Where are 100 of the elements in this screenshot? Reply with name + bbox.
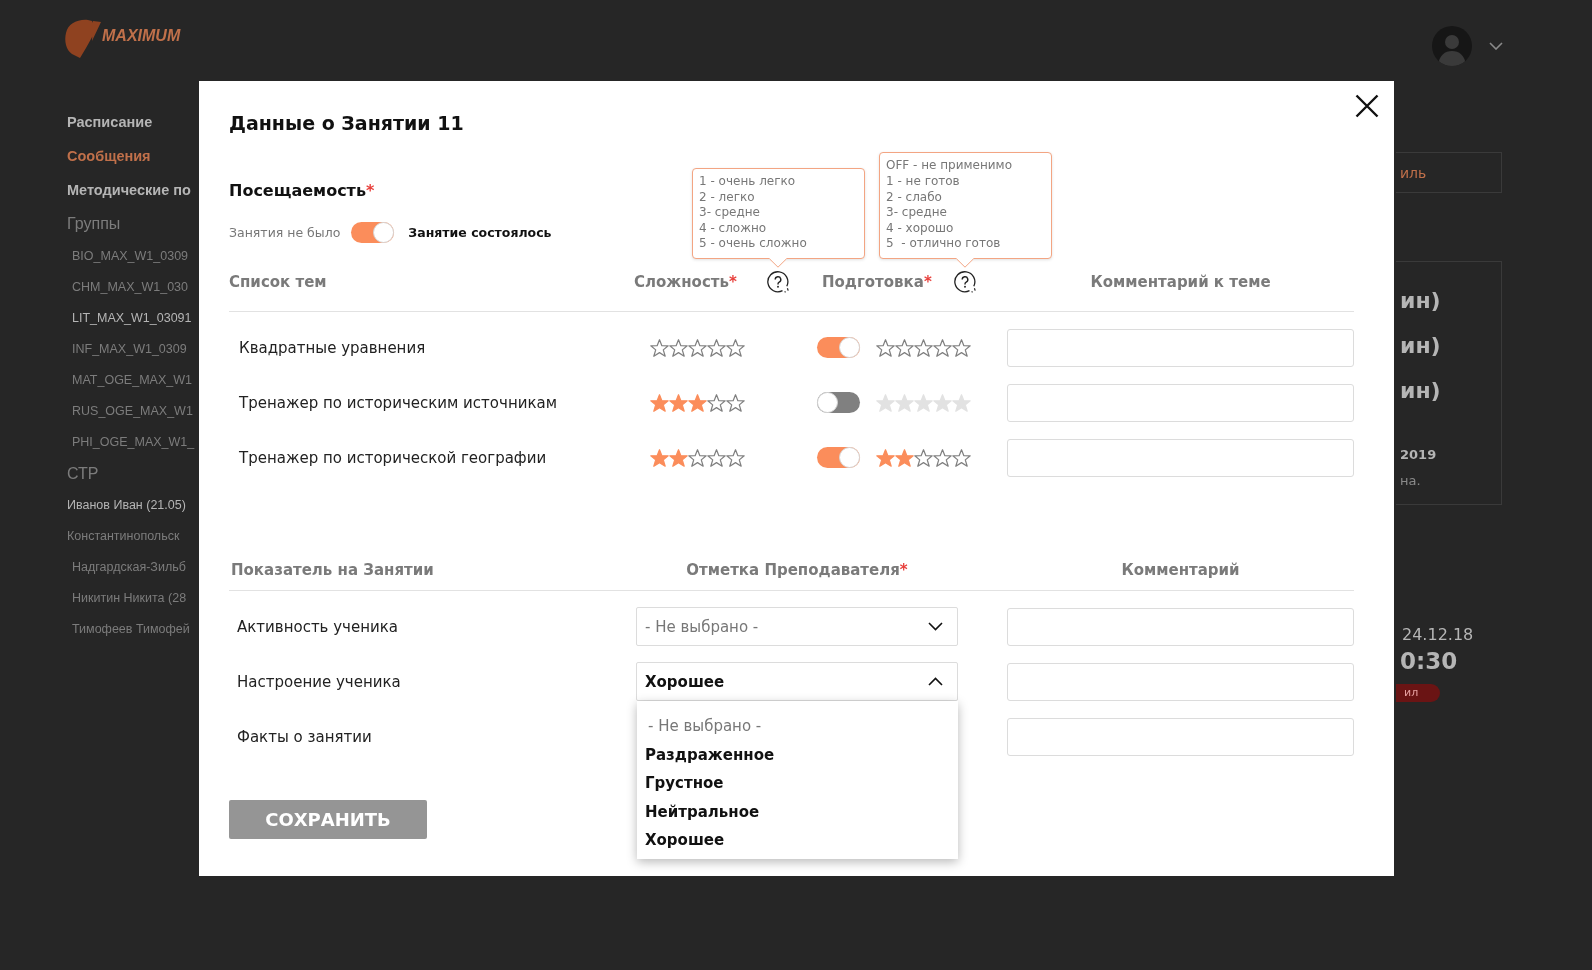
star-icon[interactable]	[707, 393, 726, 412]
star-icon[interactable]	[707, 448, 726, 467]
star-icon[interactable]	[933, 448, 952, 467]
topic-name: Тренажер по исторической географии	[238, 448, 548, 467]
help-icon[interactable]	[954, 271, 976, 293]
toggle-switch[interactable]	[351, 221, 395, 243]
star-icon[interactable]	[726, 338, 745, 357]
column-header: Сложность*	[634, 273, 737, 291]
comment-field[interactable]	[1007, 383, 1354, 422]
tooltip-line: 1 - не готов	[886, 174, 961, 190]
group-item[interactable]: MAT_OGE_MAX_W1	[67, 365, 192, 396]
comment-field[interactable]	[1007, 328, 1354, 367]
comment-field[interactable]	[1007, 607, 1354, 646]
star-icon[interactable]	[688, 448, 707, 467]
star-icon[interactable]	[669, 338, 688, 357]
star-icon[interactable]	[876, 338, 895, 357]
topic-name: Тренажер по историческим источникам	[238, 393, 558, 412]
tooltip-line: OFF - не применимо	[886, 158, 1013, 175]
star-icon[interactable]	[650, 393, 669, 412]
column-header: Подготовка*	[822, 273, 932, 291]
column-header: Отметка Преподавателя*	[686, 561, 908, 579]
star-icon[interactable]	[914, 338, 933, 357]
star-icon[interactable]	[669, 448, 688, 467]
toggle-switch[interactable]	[817, 337, 860, 358]
dropdown-option[interactable]: Нейтральное	[637, 797, 958, 826]
group-item[interactable]: BIO_MAX_W1_0309	[67, 241, 189, 272]
card-text: 2019	[1400, 446, 1437, 464]
topic-name: Квадратные уравнения	[238, 338, 427, 357]
toggle-switch[interactable]	[817, 447, 860, 468]
star-icon[interactable]	[726, 393, 745, 412]
star-rating[interactable]	[876, 448, 971, 467]
student-item[interactable]: Константинопольск	[67, 521, 180, 552]
star-icon[interactable]	[895, 448, 914, 467]
group-item[interactable]: CHM_MAX_W1_030	[67, 272, 188, 303]
chevron-up-icon[interactable]	[928, 677, 943, 686]
card-text: на.	[1400, 472, 1421, 490]
panel-button[interactable]: иль	[1396, 152, 1502, 193]
sidebar-menu-item[interactable]: Сообщения	[67, 139, 151, 173]
toggle-label: Занятие состоялось	[408, 224, 552, 240]
dropdown-option[interactable]: Грустное	[637, 769, 958, 798]
column-header: Комментарий	[1121, 561, 1240, 579]
sidebar-heading: Группы	[67, 214, 121, 234]
star-icon[interactable]	[650, 338, 669, 357]
comment-field[interactable]	[1007, 662, 1354, 701]
student-item[interactable]: Иванов Иван (21.05)	[67, 490, 186, 521]
tooltip-line: 3- средне	[699, 205, 761, 221]
section-title: Посещаемость*	[229, 180, 375, 202]
sidebar-menu-item[interactable]: Расписание	[67, 105, 153, 139]
logo-icon	[63, 18, 101, 58]
date-text: 24.12.18	[1401, 625, 1474, 645]
star-rating[interactable]	[650, 448, 745, 467]
comment-field[interactable]	[1007, 717, 1354, 756]
group-item[interactable]: LIT_MAX_W1_03091	[67, 303, 192, 334]
dialog-title: Данные о Занятии 11	[229, 111, 464, 135]
star-icon[interactable]	[726, 448, 745, 467]
student-item[interactable]: Надгардская-Зильб	[67, 552, 186, 583]
group-item[interactable]: RUS_OGE_MAX_W1	[67, 396, 193, 427]
dropdown-option[interactable]: - Не выбрано -	[637, 712, 958, 741]
tooltip-line: 5 - отлично готов	[886, 236, 1002, 252]
sidebar-heading: СТР	[67, 464, 99, 484]
indicator-label: Факты о занятии	[236, 727, 373, 746]
help-icon[interactable]	[767, 271, 789, 293]
star-icon[interactable]	[952, 338, 971, 357]
column-header: Показатель на Занятии	[230, 561, 435, 579]
select-field[interactable]: - Не выбрано -	[636, 607, 958, 646]
dropdown-option[interactable]: Хорошее	[637, 826, 958, 855]
student-item[interactable]: Никитин Никита (28	[67, 583, 187, 614]
star-rating[interactable]	[650, 393, 745, 412]
dropdown-option[interactable]: Раздраженное	[637, 740, 958, 769]
comment-field[interactable]	[1007, 438, 1354, 477]
logo-text: MAXIMUM	[102, 27, 181, 45]
tooltip-line: 1 - очень легко	[699, 174, 797, 190]
star-icon[interactable]	[707, 338, 726, 357]
time-text: 0:30	[1399, 647, 1458, 675]
toggle-switch[interactable]	[817, 392, 860, 413]
tooltip-line: 2 - слабо	[886, 189, 943, 206]
star-icon[interactable]	[688, 338, 707, 357]
close-icon[interactable]	[1355, 94, 1379, 118]
star-rating[interactable]	[650, 338, 745, 357]
group-item[interactable]: INF_MAX_W1_0309	[67, 334, 187, 365]
star-icon[interactable]	[952, 448, 971, 467]
star-icon[interactable]	[933, 338, 952, 357]
star-icon[interactable]	[669, 393, 688, 412]
sidebar-menu-item[interactable]: Методические по	[67, 173, 191, 207]
select-field[interactable]: Хорошее	[636, 662, 958, 701]
indicator-label: Настроение ученика	[236, 672, 402, 691]
star-icon[interactable]	[688, 393, 707, 412]
star-icon[interactable]	[895, 338, 914, 357]
student-item[interactable]: Тимофеев Тимофей	[67, 614, 190, 645]
status-badge: ил	[1396, 684, 1440, 702]
card-text: ин)	[1400, 287, 1441, 315]
star-rating[interactable]	[876, 338, 971, 357]
chevron-down-icon[interactable]	[928, 622, 943, 631]
tooltip-line: 4 - сложно	[699, 220, 768, 237]
star-icon[interactable]	[650, 448, 669, 467]
star-icon[interactable]	[876, 448, 895, 467]
star-icon[interactable]	[914, 448, 933, 467]
indicator-label: Активность ученика	[236, 617, 399, 636]
tooltip-line: 3- средне	[886, 205, 948, 221]
group-item[interactable]: PHI_OGE_MAX_W1_	[67, 427, 195, 458]
